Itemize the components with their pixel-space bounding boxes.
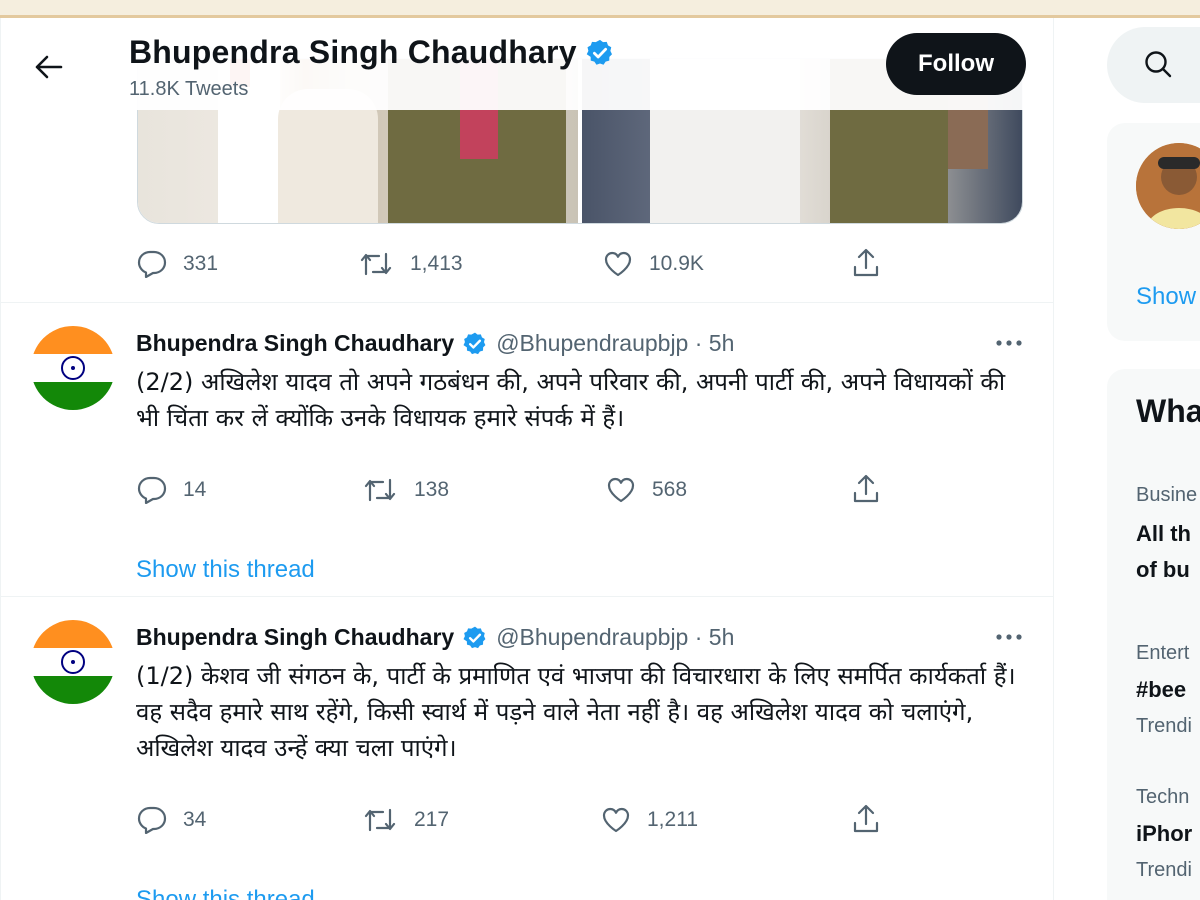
retweet-icon [362, 806, 398, 834]
trend-meta: Trendi [1136, 715, 1192, 737]
avatar[interactable] [1136, 143, 1200, 229]
trend-category: Entert [1136, 642, 1190, 664]
browser-top-stripe [0, 0, 1200, 18]
trend-title[interactable]: of bu [1136, 552, 1190, 588]
reply-icon [137, 250, 167, 278]
share-icon [852, 474, 880, 504]
more-icon [995, 339, 1023, 347]
back-button[interactable] [29, 47, 69, 87]
retweet-count: 1,413 [410, 252, 463, 275]
trend-title[interactable]: All th [1136, 516, 1191, 552]
header-title: Bhupendra Singh Chaudhary [129, 34, 615, 71]
like-icon [603, 250, 633, 278]
timeline[interactable]: Bhupendra Singh Chaudhary 11.8K Tweets F… [0, 18, 1054, 900]
show-thread-link[interactable]: Show this thread [136, 886, 315, 900]
avatar[interactable] [31, 620, 115, 704]
whats-happening-card: Wha Busine All th of bu Entert #bee Tren… [1107, 369, 1200, 900]
back-arrow-icon [35, 55, 63, 79]
tweet-header: Bhupendra Singh Chaudhary @Bhupendraupbj… [136, 624, 734, 651]
like-count: 568 [652, 478, 688, 501]
retweet-count: 138 [414, 478, 450, 501]
author-handle[interactable]: @Bhupendraupbjp · 5h [496, 330, 734, 357]
reply-count: 34 [183, 808, 207, 831]
who-to-follow-card: Show [1107, 123, 1200, 341]
search-icon [1143, 49, 1173, 79]
more-button[interactable] [989, 622, 1029, 652]
tweet-header: Bhupendra Singh Chaudhary @Bhupendraupbj… [136, 330, 734, 357]
profile-header: Bhupendra Singh Chaudhary 11.8K Tweets F… [1, 18, 1053, 110]
tweet-text: (2/2) अखिलेश यादव तो अपने गठबंधन की, अपन… [136, 368, 1006, 432]
trend-meta: Trendi [1136, 859, 1192, 881]
verified-badge-icon [585, 38, 615, 68]
show-thread-link[interactable]: Show this thread [136, 556, 315, 584]
tweet[interactable]: Bhupendra Singh Chaudhary @Bhupendraupbj… [1, 302, 1053, 598]
like-icon [606, 476, 636, 504]
like-button[interactable]: 1,211 [601, 806, 698, 834]
trend-category: Busine [1136, 484, 1198, 506]
tweet[interactable]: Bhupendra Singh Chaudhary @Bhupendraupbj… [1, 596, 1053, 900]
trend-title[interactable]: iPhor [1136, 816, 1192, 852]
right-sidebar: Show Wha Busine All th of bu Entert #bee… [1054, 18, 1200, 900]
trend-title[interactable]: #bee [1136, 672, 1186, 708]
reply-button[interactable]: 331 [137, 250, 218, 278]
like-button[interactable]: 10.9K [603, 250, 704, 278]
verified-badge-icon [462, 331, 488, 357]
share-icon [852, 248, 880, 278]
share-button[interactable] [852, 248, 880, 278]
like-button[interactable]: 568 [606, 476, 687, 504]
more-button[interactable] [989, 328, 1029, 358]
verified-badge-icon [462, 625, 488, 651]
profile-name: Bhupendra Singh Chaudhary [129, 34, 577, 70]
trend-category: Techn [1136, 786, 1190, 808]
like-icon [601, 806, 631, 834]
reply-icon [137, 476, 167, 504]
show-more-link[interactable]: Show [1136, 283, 1196, 311]
retweet-icon [358, 250, 394, 278]
share-icon [852, 804, 880, 834]
search-input[interactable] [1107, 27, 1200, 103]
reply-count: 14 [183, 478, 207, 501]
tweet-count: 11.8K Tweets [129, 78, 249, 100]
author-name[interactable]: Bhupendra Singh Chaudhary [136, 624, 454, 651]
whats-happening-title: Wha [1136, 393, 1200, 429]
reply-button[interactable]: 14 [137, 476, 206, 504]
avatar[interactable] [31, 326, 115, 410]
follow-button[interactable]: Follow [886, 33, 1026, 95]
share-button[interactable] [852, 474, 880, 504]
author-name[interactable]: Bhupendra Singh Chaudhary [136, 330, 454, 357]
retweet-icon [362, 476, 398, 504]
retweet-count: 217 [414, 808, 450, 831]
more-icon [995, 633, 1023, 641]
retweet-button[interactable]: 217 [362, 806, 449, 834]
tweet-text: (1/2) केशव जी संगठन के, पार्टी के प्रमाण… [136, 662, 1016, 762]
like-count: 1,211 [647, 808, 698, 831]
share-button[interactable] [852, 804, 880, 834]
author-handle[interactable]: @Bhupendraupbjp · 5h [496, 624, 734, 651]
like-count: 10.9K [649, 252, 704, 275]
reply-count: 331 [183, 252, 219, 275]
reply-icon [137, 806, 167, 834]
retweet-button[interactable]: 138 [362, 476, 449, 504]
retweet-button[interactable]: 1,413 [358, 250, 463, 278]
reply-button[interactable]: 34 [137, 806, 206, 834]
